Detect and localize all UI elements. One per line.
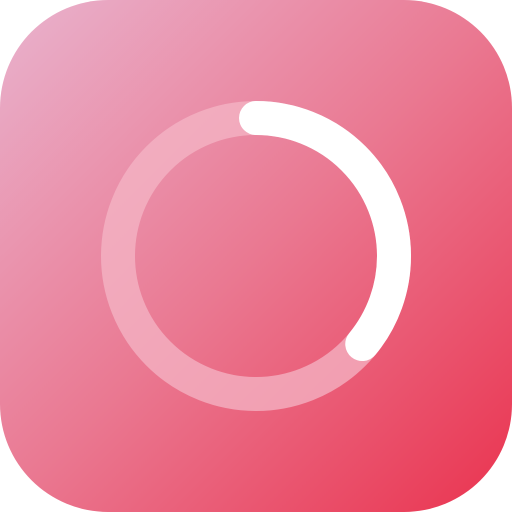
app-icon[interactable] bbox=[0, 0, 512, 512]
app-icon-background bbox=[0, 0, 512, 512]
progress-ring-icon bbox=[0, 0, 512, 512]
